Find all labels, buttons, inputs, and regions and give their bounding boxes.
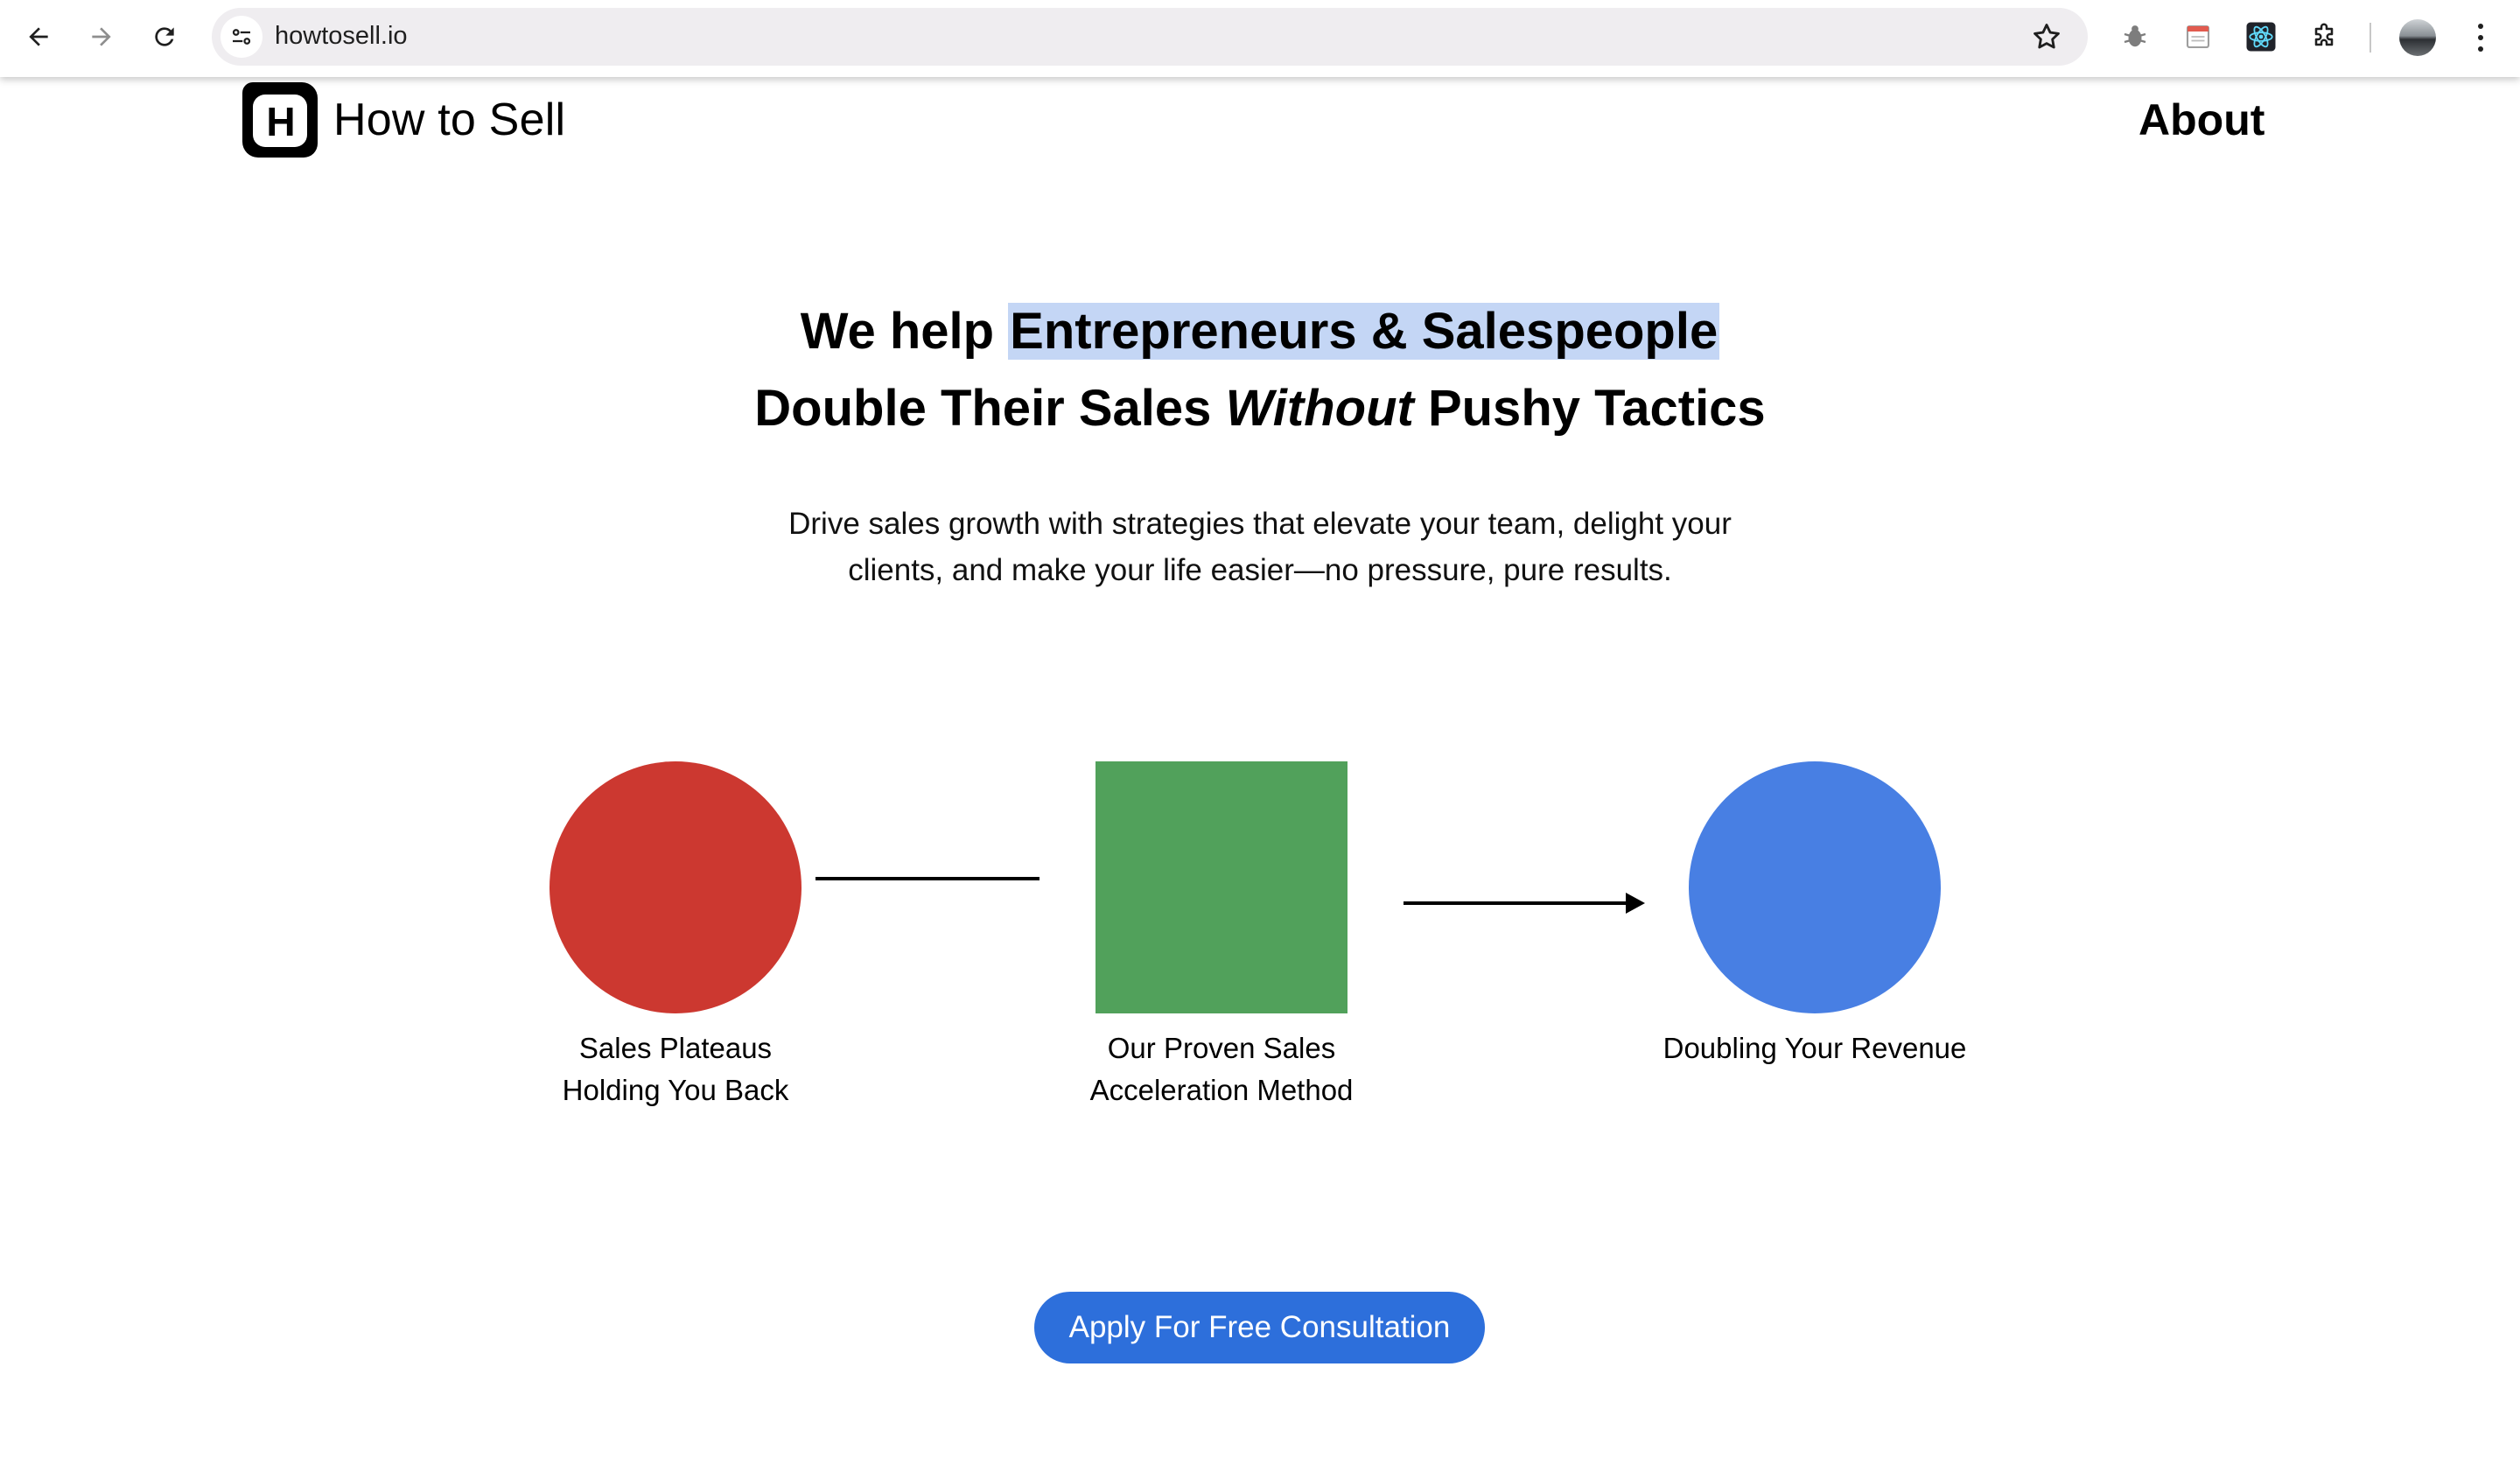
method-square bbox=[1096, 761, 1348, 1013]
hero-subtext: Drive sales growth with strategies that … bbox=[0, 501, 2520, 593]
logo-h-icon: H bbox=[241, 81, 319, 159]
bookmark-star-icon[interactable] bbox=[2030, 20, 2063, 53]
headline-prefix: We help bbox=[800, 303, 1009, 360]
brand-name[interactable]: How to Sell bbox=[333, 94, 565, 146]
site-logo[interactable]: H How to Sell bbox=[241, 81, 565, 159]
back-arrow-icon[interactable] bbox=[18, 16, 60, 58]
step-label-line: Our Proven Sales bbox=[1107, 1032, 1336, 1064]
step-label-line: Acceleration Method bbox=[1089, 1074, 1354, 1106]
headline-line-2: Double Their Sales Without Pushy Tactics bbox=[754, 380, 1765, 437]
reload-icon[interactable] bbox=[144, 16, 186, 58]
step-label-method: Our Proven Sales Acceleration Method bbox=[1029, 1027, 1414, 1111]
arrowhead-icon bbox=[1626, 893, 1645, 914]
forward-arrow-icon[interactable] bbox=[80, 16, 122, 58]
apply-consultation-button[interactable]: Apply For Free Consultation bbox=[1034, 1292, 1485, 1363]
subtext-line-1: Drive sales growth with strategies that … bbox=[788, 507, 1732, 541]
nav-about-link[interactable]: About bbox=[2138, 95, 2264, 145]
calendar-extension-icon[interactable] bbox=[2179, 18, 2217, 56]
headline-line2-start: Double Their Sales bbox=[754, 380, 1226, 437]
subtext-line-2: clients, and make your life easier—no pr… bbox=[848, 553, 1672, 587]
browser-toolbar: howtosell.io bbox=[0, 0, 2520, 77]
logo-letter: H bbox=[266, 99, 296, 144]
address-bar[interactable]: howtosell.io bbox=[212, 8, 2088, 66]
hero-headline: We help Entrepreneurs & Salespeople Doub… bbox=[0, 293, 2520, 447]
headline-highlight: Entrepreneurs & Salespeople bbox=[1008, 303, 1720, 360]
puzzle-extensions-icon[interactable] bbox=[2305, 18, 2343, 56]
step-label-line: Sales Plateaus bbox=[578, 1032, 773, 1064]
more-vert-icon[interactable] bbox=[2466, 19, 2496, 56]
process-diagram: Sales Plateaus Holding You Back Our Prov… bbox=[0, 753, 2520, 1120]
step-label-line: Doubling Your Revenue bbox=[1662, 1032, 1967, 1064]
step-label-problem: Sales Plateaus Holding You Back bbox=[483, 1027, 868, 1111]
result-circle bbox=[1689, 761, 1941, 1013]
problem-circle bbox=[550, 761, 802, 1013]
toolbar-divider bbox=[2370, 23, 2371, 53]
connector-arrow-line bbox=[1404, 901, 1633, 905]
step-label-line: Holding You Back bbox=[562, 1074, 789, 1106]
bug-extension-icon[interactable] bbox=[2116, 18, 2154, 56]
profile-avatar[interactable] bbox=[2399, 19, 2436, 56]
site-info-icon[interactable] bbox=[220, 16, 262, 58]
step-label-result: Doubling Your Revenue bbox=[1622, 1027, 2007, 1069]
headline-line-1: We help Entrepreneurs & Salespeople bbox=[800, 303, 1720, 360]
connector-line bbox=[816, 877, 1040, 880]
headline-emphasis: Without bbox=[1225, 380, 1414, 437]
react-devtools-icon[interactable] bbox=[2242, 18, 2280, 56]
url-text[interactable]: howtosell.io bbox=[275, 22, 408, 51]
headline-line2-end: Pushy Tactics bbox=[1413, 380, 1766, 437]
